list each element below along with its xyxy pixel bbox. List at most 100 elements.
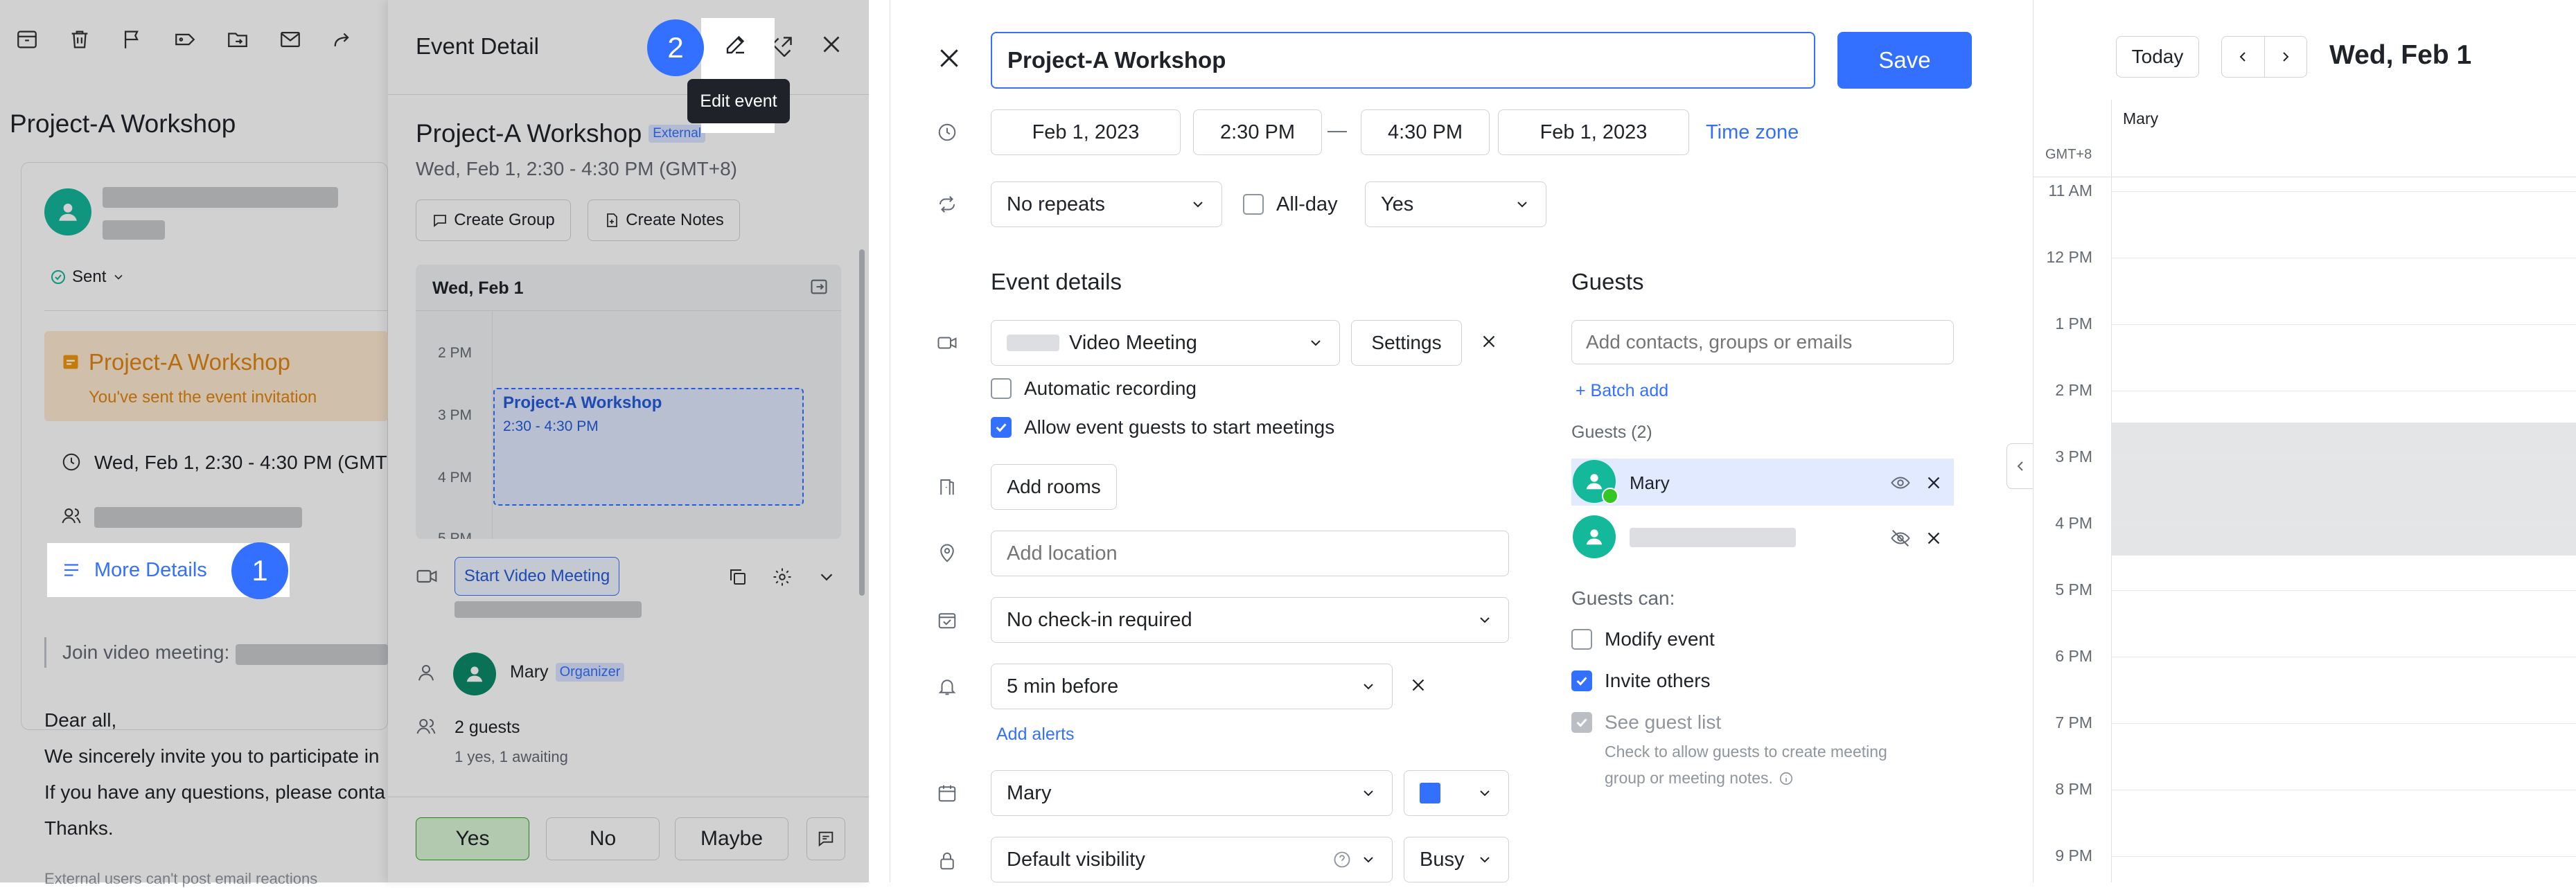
help-icon[interactable] xyxy=(1332,850,1352,869)
hour-label: 9 PM xyxy=(2055,846,2092,864)
hour-label: 11 AM xyxy=(2048,181,2093,199)
chevron-down-icon xyxy=(1476,612,1493,628)
visibility-value: Default visibility xyxy=(1007,848,1145,871)
hour-label: 6 PM xyxy=(2055,647,2092,665)
end-date-field[interactable]: Feb 1, 2023 xyxy=(1498,109,1689,155)
calendar-event-block[interactable] xyxy=(2111,423,2576,556)
allow-guests-start-checkbox[interactable] xyxy=(991,417,1012,438)
hour-label: 3 PM xyxy=(2055,447,2092,465)
video-icon xyxy=(937,332,958,353)
repeat-value: No repeats xyxy=(1007,193,1105,215)
remove-guest-icon[interactable] xyxy=(1923,472,1944,493)
chevron-down-icon xyxy=(1360,678,1377,695)
auto-recording-checkbox[interactable] xyxy=(991,378,1012,399)
close-icon[interactable] xyxy=(935,44,963,72)
location-pin-icon xyxy=(937,543,958,564)
calendar-value: Mary xyxy=(1007,781,1052,804)
remove-video-icon[interactable] xyxy=(1479,331,1499,352)
invite-others-checkbox[interactable] xyxy=(1571,671,1592,691)
end-time-field[interactable]: 4:30 PM xyxy=(1361,109,1490,155)
add-alerts-link[interactable]: Add alerts xyxy=(996,725,1075,745)
hour-line xyxy=(2111,324,2576,325)
today-button[interactable]: Today xyxy=(2116,36,2199,78)
info-icon[interactable] xyxy=(1779,771,1794,786)
guest-name-placeholder xyxy=(1630,528,1796,547)
remove-guest-icon[interactable] xyxy=(1923,528,1944,549)
guest-avatar xyxy=(1573,515,1616,558)
nav-arrows xyxy=(2221,36,2307,78)
start-time-field[interactable]: 2:30 PM xyxy=(1193,109,1322,155)
guest-search-input[interactable] xyxy=(1571,320,1954,364)
rsvp-select[interactable]: Yes xyxy=(1365,181,1546,227)
guests-heading: Guests xyxy=(1571,269,1644,294)
hour-label: 8 PM xyxy=(2055,780,2092,798)
video-provider-placeholder xyxy=(1007,335,1059,351)
list-icon xyxy=(61,560,82,580)
more-details-label: More Details xyxy=(94,558,207,581)
chevron-right-icon[interactable] xyxy=(2265,37,2307,77)
repeat-icon xyxy=(937,194,958,215)
panel-gap xyxy=(869,0,890,882)
eye-off-icon[interactable] xyxy=(1890,528,1911,549)
calendar-timezone: GMT+8 xyxy=(2045,147,2092,162)
chevron-left-icon xyxy=(2012,458,2029,474)
busy-value: Busy xyxy=(1420,848,1465,871)
calendar-column-name: Mary xyxy=(2123,109,2159,127)
add-rooms-button[interactable]: Add rooms xyxy=(991,464,1117,510)
eye-icon[interactable] xyxy=(1890,472,1911,493)
remove-alert-icon[interactable] xyxy=(1408,675,1429,695)
all-day-checkbox[interactable] xyxy=(1243,194,1264,215)
guest-permission-hint-line2: group or meeting notes. xyxy=(1605,769,1794,788)
checkin-icon xyxy=(937,610,958,630)
chevron-down-icon xyxy=(1476,851,1493,868)
video-meeting-select[interactable]: Video Meeting xyxy=(991,320,1340,366)
calendar-select[interactable]: Mary xyxy=(991,770,1393,816)
hour-label: 12 PM xyxy=(2046,248,2092,266)
edit-event-tooltip: Edit event xyxy=(687,79,790,123)
rsvp-select-value: Yes xyxy=(1381,193,1414,215)
calendar-icon xyxy=(937,783,958,803)
room-icon xyxy=(937,477,958,497)
busy-select[interactable]: Busy xyxy=(1404,837,1509,882)
chevron-down-icon xyxy=(1360,785,1377,801)
checkin-select[interactable]: No check-in required xyxy=(991,597,1509,643)
batch-add-link[interactable]: + Batch add xyxy=(1576,381,1668,401)
chevron-down-icon xyxy=(1360,851,1377,868)
edit-pencil-icon[interactable] xyxy=(723,32,748,57)
event-details-heading: Event details xyxy=(991,269,1122,294)
step-1-marker: 1 xyxy=(231,542,288,599)
chevron-down-icon xyxy=(1190,196,1206,213)
hour-line xyxy=(2111,457,2576,458)
step-2-marker: 2 xyxy=(647,19,704,76)
hour-line xyxy=(2111,590,2576,591)
lock-icon xyxy=(937,851,958,871)
event-title-input[interactable] xyxy=(991,32,1815,89)
modify-event-label: Modify event xyxy=(1605,628,1715,650)
start-date-field[interactable]: Feb 1, 2023 xyxy=(991,109,1181,155)
hour-line xyxy=(2111,856,2576,857)
location-input[interactable] xyxy=(991,531,1509,576)
calendar-color-select[interactable] xyxy=(1404,770,1509,816)
all-day-label: All-day xyxy=(1276,193,1338,215)
alert-select[interactable]: 5 min before xyxy=(991,664,1393,709)
hour-label: 1 PM xyxy=(2055,314,2092,332)
video-settings-button[interactable]: Settings xyxy=(1351,320,1462,366)
time-range-dash: — xyxy=(1327,119,1347,141)
color-swatch xyxy=(1420,783,1440,803)
chevron-left-icon[interactable] xyxy=(2222,37,2265,77)
chevron-down-icon xyxy=(1476,785,1493,801)
collapse-handle[interactable] xyxy=(2006,443,2033,489)
repeat-select[interactable]: No repeats xyxy=(991,181,1222,227)
guests-can-label: Guests can: xyxy=(1571,587,1675,609)
visibility-select[interactable]: Default visibility xyxy=(991,837,1393,882)
modify-event-checkbox[interactable] xyxy=(1571,629,1592,650)
guest-name: Mary xyxy=(1630,472,1670,493)
clock-icon xyxy=(937,122,958,143)
hour-line xyxy=(2111,723,2576,724)
save-button[interactable]: Save xyxy=(1837,32,1972,89)
hour-label: 4 PM xyxy=(2055,514,2092,532)
accepted-check-badge xyxy=(1602,488,1618,504)
hint-text: group or meeting notes. xyxy=(1605,769,1773,787)
time-zone-link[interactable]: Time zone xyxy=(1706,121,1799,144)
chevron-down-icon xyxy=(1514,196,1530,213)
